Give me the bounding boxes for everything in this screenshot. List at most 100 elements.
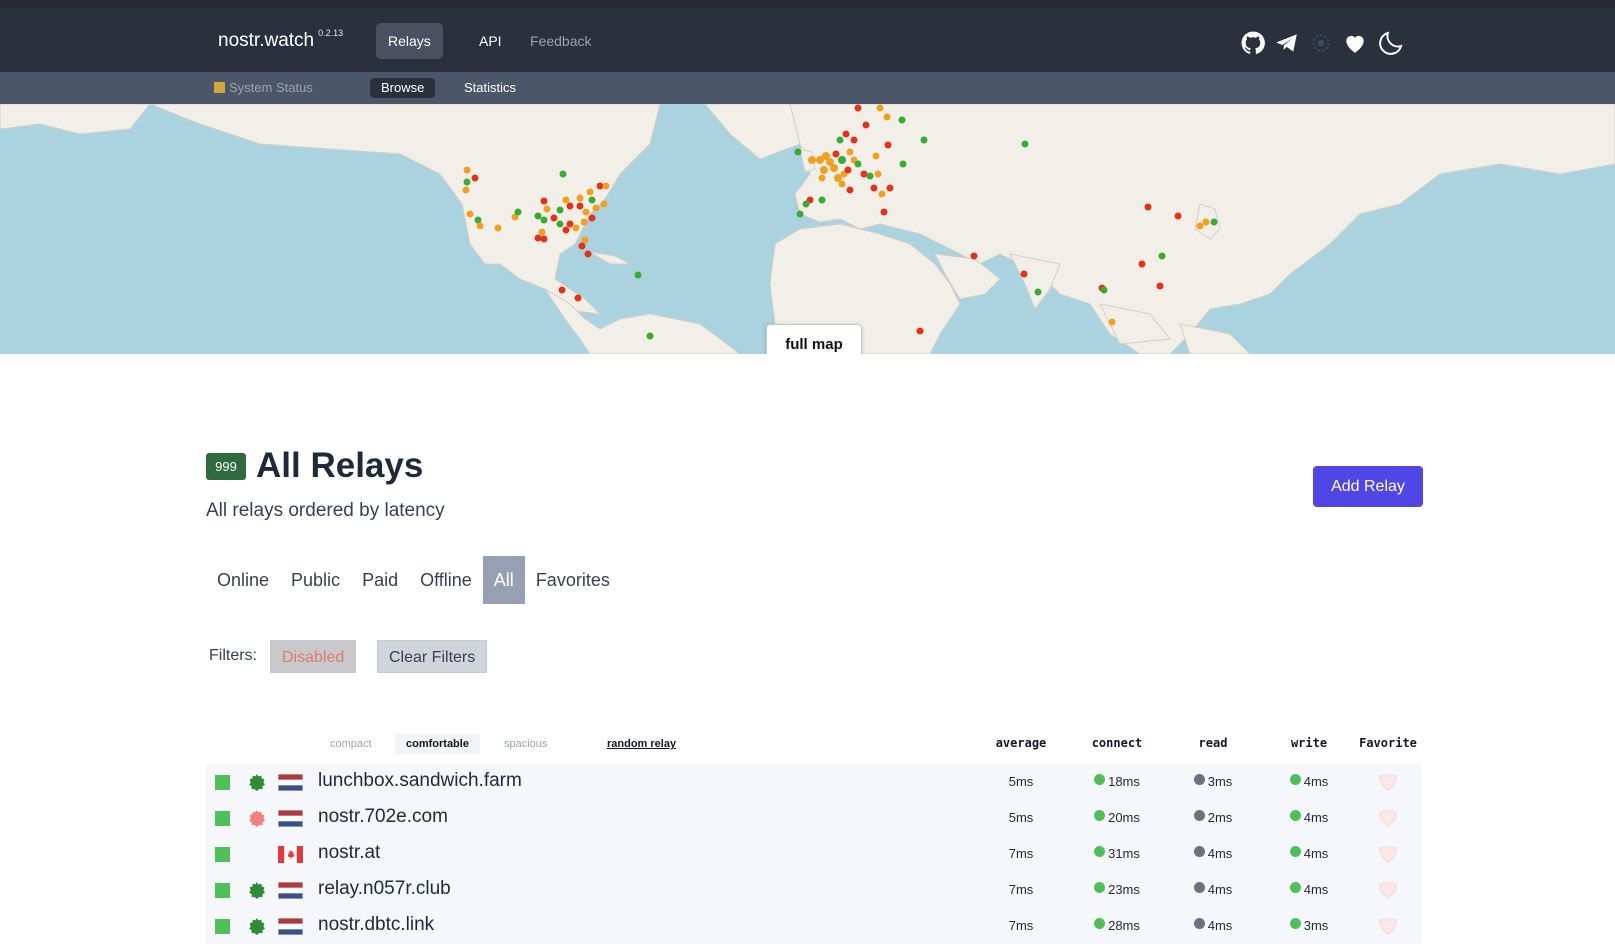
write-value: 4ms [1303,846,1329,861]
connect-status-dot [1094,810,1106,821]
average-latency: 7ms [1008,846,1034,861]
relay-table: compact comfortable spacious random rela… [206,722,1422,944]
favorite-heart-icon[interactable] [1377,916,1399,936]
table-row[interactable]: nostr.702e.com 5ms 20ms 2ms 4ms [206,800,1422,836]
nip11-seal-icon [247,881,266,900]
col-connect[interactable]: connect [1072,736,1162,750]
relay-name[interactable]: nostr.at [318,842,380,864]
moon-icon[interactable] [1376,28,1406,58]
add-relay-button[interactable]: Add Relay [1313,466,1423,507]
nip11-seal-icon [247,917,266,936]
relay-count-badge: 999 [206,453,246,480]
brand-logo[interactable]: nostr.watch 0.2.13 [218,28,343,52]
relay-map[interactable]: full map [0,104,1615,354]
write-latency: 4ms [1264,846,1354,861]
tab-paid[interactable]: Paid [351,556,409,604]
relay-name[interactable]: relay.n057r.club [318,878,451,900]
system-status-label: System Status [229,80,313,95]
col-read[interactable]: read [1168,736,1258,750]
tab-all[interactable]: All [482,556,525,604]
connect-status-dot [1094,774,1106,785]
relay-name[interactable]: nostr.dbtc.link [318,914,434,936]
read-status-dot [1193,810,1205,821]
flag-nl-icon [277,809,304,828]
github-icon[interactable] [1240,30,1266,56]
nostr-icon[interactable] [1308,30,1334,56]
full-map-button[interactable]: full map [766,324,862,354]
connect-latency: 28ms [1072,918,1162,933]
col-average[interactable]: average [976,736,1066,750]
write-value: 4ms [1303,774,1329,789]
density-spacious[interactable]: spacious [493,734,558,754]
table-header: compact comfortable spacious random rela… [206,722,1422,764]
connect-latency: 31ms [1072,846,1162,861]
online-status-indicator [215,847,230,862]
favorite-heart-icon[interactable] [1377,808,1399,828]
filters-label: Filters: [209,647,257,664]
favorite-heart-icon[interactable] [1377,880,1399,900]
system-status-link[interactable]: System Status [214,78,324,98]
write-latency: 3ms [1264,918,1354,933]
read-latency: 4ms [1168,882,1258,897]
density-comfortable[interactable]: comfortable [395,734,480,754]
connect-value: 31ms [1108,846,1140,861]
connect-latency: 23ms [1072,882,1162,897]
read-value: 4ms [1207,918,1233,933]
tab-online[interactable]: Online [206,556,280,604]
connect-status-dot [1094,846,1106,857]
nav-api[interactable]: API [467,23,514,59]
table-row[interactable]: nostr.at 7ms 31ms 4ms 4ms [206,836,1422,872]
favorite-heart-icon[interactable] [1377,844,1399,864]
online-status-indicator [215,919,230,934]
world-map-svg [0,104,1615,354]
status-indicator-icon [214,82,225,93]
subnav-statistics[interactable]: Statistics [453,78,527,98]
read-value: 4ms [1207,882,1233,897]
page-subtitle: All relays ordered by latency [206,500,445,521]
tab-offline[interactable]: Offline [409,556,483,604]
relay-filter-tabs: Online Public Paid Offline All Favorites [206,556,621,604]
average-latency: 5ms [1008,774,1034,789]
density-compact[interactable]: compact [319,734,383,754]
tab-public[interactable]: Public [280,556,351,604]
tab-favorites[interactable]: Favorites [525,556,621,604]
connect-value: 18ms [1108,774,1140,789]
write-value: 4ms [1303,882,1329,897]
write-latency: 4ms [1264,774,1354,789]
relay-name[interactable]: lunchbox.sandwich.farm [318,770,522,792]
nav-feedback[interactable]: Feedback [518,23,603,59]
average-latency: 7ms [1008,918,1034,933]
version-label: 0.2.13 [318,28,344,38]
subnav-browse[interactable]: Browse [370,78,436,98]
filters-disabled-button[interactable]: Disabled [270,640,357,673]
average-latency: 7ms [1008,882,1034,897]
connect-status-dot [1094,918,1106,929]
read-latency: 3ms [1168,774,1258,789]
connect-value: 20ms [1108,810,1140,825]
col-write[interactable]: write [1264,736,1354,750]
brand-name: nostr.watch [218,30,315,51]
table-row[interactable]: relay.n057r.club 7ms 23ms 4ms 4ms [206,872,1422,908]
connect-latency: 20ms [1072,810,1162,825]
read-status-dot [1193,774,1205,785]
flag-nl-icon [277,917,304,936]
random-relay-link[interactable]: random relay [607,734,676,754]
table-row[interactable]: nostr.dbtc.link 7ms 28ms 4ms 3ms [206,908,1422,944]
online-status-indicator [215,811,230,826]
nip11-seal-icon [247,773,266,792]
nip11-seal-icon [247,809,266,828]
read-value: 2ms [1207,810,1233,825]
heart-icon[interactable] [1342,30,1368,56]
top-navbar: nostr.watch 0.2.13 Relays API Feedback [0,0,1615,72]
write-value: 4ms [1303,810,1329,825]
favorite-heart-icon[interactable] [1377,772,1399,792]
write-status-dot [1289,882,1301,893]
table-row[interactable]: lunchbox.sandwich.farm 5ms 18ms 3ms 4ms [206,764,1422,800]
telegram-icon[interactable] [1274,30,1300,56]
nav-icons [1240,28,1406,58]
read-latency: 4ms [1168,846,1258,861]
nav-relays[interactable]: Relays [376,23,443,59]
online-status-indicator [215,775,230,790]
clear-filters-button[interactable]: Clear Filters [377,640,488,673]
relay-name[interactable]: nostr.702e.com [318,806,448,828]
